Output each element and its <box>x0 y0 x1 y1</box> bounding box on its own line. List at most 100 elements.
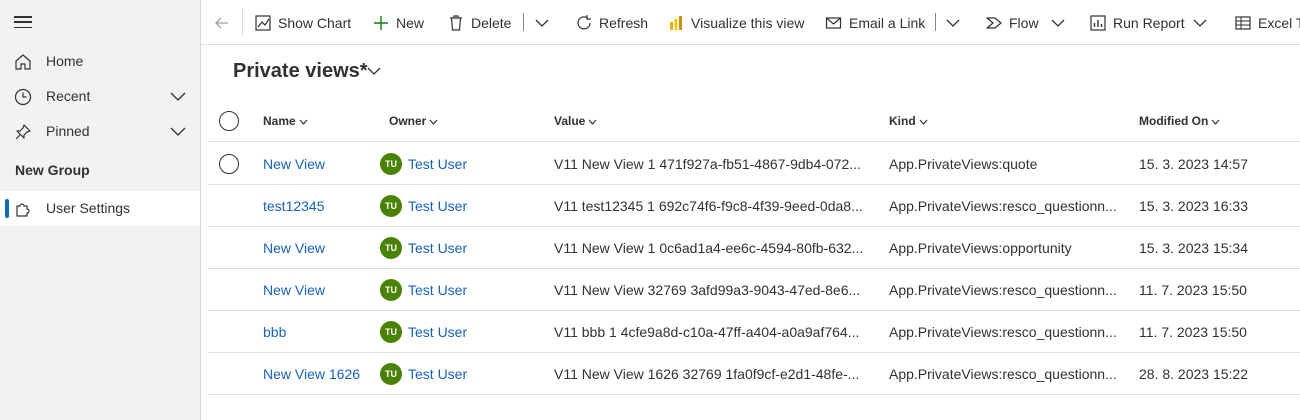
chevron-down-icon[interactable] <box>367 66 381 76</box>
sidebar-item-recent[interactable]: Recent <box>0 79 200 114</box>
column-header-owner[interactable]: Owner <box>389 114 438 128</box>
row-owner-link[interactable]: Test User <box>408 282 538 298</box>
flow-button[interactable]: Flow <box>985 0 1039 45</box>
row-name-link[interactable]: New View <box>263 240 378 256</box>
pin-icon <box>15 124 31 140</box>
hamburger-menu-icon[interactable] <box>14 13 32 31</box>
run-report-button[interactable]: Run Report <box>1089 0 1185 45</box>
row-modified-on: 28. 8. 2023 15:22 <box>1139 366 1248 382</box>
chevron-down-icon <box>919 119 928 125</box>
row-owner-link[interactable]: Test User <box>408 156 538 172</box>
chevron-down-icon[interactable] <box>169 124 187 138</box>
sidebar-item-label: User Settings <box>46 200 131 216</box>
excel-icon <box>1235 15 1251 30</box>
row-owner-link[interactable]: Test User <box>408 324 538 340</box>
avatar: TU <box>380 321 402 343</box>
row-kind: App.PrivateViews:opportunity <box>889 240 1072 256</box>
sidebar-item-label: Recent <box>46 88 91 104</box>
row-modified-on: 15. 3. 2023 15:34 <box>1139 240 1248 256</box>
table-row[interactable]: bbb TU Test User V11 bbb 1 4cfe9a8d-c10a… <box>208 311 1300 353</box>
chevron-down-icon[interactable] <box>944 13 962 31</box>
row-name-link[interactable]: New View <box>263 156 378 172</box>
column-header-kind[interactable]: Kind <box>889 114 928 128</box>
sidebar-item-home[interactable]: Home <box>0 44 200 79</box>
power-bi-icon <box>670 15 682 30</box>
divider <box>523 13 524 31</box>
table-row[interactable]: New View TU Test User V11 New View 1 471… <box>208 143 1300 185</box>
row-select-checkbox[interactable] <box>219 154 239 174</box>
sidebar-item-user-settings[interactable]: User Settings <box>0 191 200 226</box>
avatar: TU <box>380 279 402 301</box>
plus-icon <box>374 15 388 30</box>
sidebar-item-label: Pinned <box>46 123 90 139</box>
command-bar: Show Chart New Delete Refresh Visualize … <box>201 0 1300 45</box>
show-chart-button[interactable]: Show Chart <box>254 0 351 45</box>
column-header-value[interactable]: Value <box>554 114 597 128</box>
row-owner-link[interactable]: Test User <box>408 198 538 214</box>
report-icon <box>1090 14 1106 31</box>
row-modified-on: 11. 7. 2023 15:50 <box>1139 324 1247 340</box>
table-row[interactable]: New View 1626 TU Test User V11 New View … <box>208 353 1300 395</box>
email-link-button[interactable]: Email a Link <box>825 0 925 45</box>
sidebar-item-label: Home <box>46 53 84 69</box>
chevron-down-icon <box>588 119 597 125</box>
chart-icon <box>255 14 271 31</box>
delete-button[interactable]: Delete <box>447 0 511 45</box>
row-owner-link[interactable]: Test User <box>408 366 538 382</box>
avatar: TU <box>380 153 402 175</box>
row-value: V11 New View 1 0c6ad1a4-ee6c-4594-80fb-6… <box>554 240 864 256</box>
chevron-down-icon[interactable] <box>1049 13 1067 31</box>
row-value: V11 test12345 1 692c74f6-f9c8-4f39-9eed-… <box>554 198 863 214</box>
row-name-link[interactable]: bbb <box>263 324 378 340</box>
row-name-link[interactable]: New View 1626 <box>263 366 378 382</box>
divider <box>242 8 243 37</box>
chevron-down-icon <box>299 119 308 125</box>
view-selector[interactable]: Private views* <box>233 60 368 83</box>
trash-icon <box>450 14 462 31</box>
column-header-name[interactable]: Name <box>263 114 308 128</box>
new-button[interactable]: New <box>372 0 424 45</box>
avatar: TU <box>380 363 402 385</box>
chevron-down-icon[interactable] <box>1191 13 1209 31</box>
chevron-down-icon <box>1211 119 1220 125</box>
table-row[interactable]: New View TU Test User V11 New View 1 0c6… <box>208 227 1300 269</box>
row-name-link[interactable]: New View <box>263 282 378 298</box>
row-modified-on: 15. 3. 2023 16:33 <box>1139 198 1248 214</box>
row-value: V11 New View 32769 3afd99a3-9043-47ed-8e… <box>554 282 861 298</box>
chevron-down-icon[interactable] <box>533 13 551 31</box>
email-link-icon <box>825 16 842 29</box>
row-modified-on: 15. 3. 2023 14:57 <box>1139 156 1248 172</box>
puzzle-icon <box>16 203 30 217</box>
grid-header: Name Owner Value Kind Modified On <box>208 100 1300 142</box>
row-value: V11 bbb 1 4cfe9a8d-c10a-47ff-a404-a0a9af… <box>554 324 860 340</box>
clock-icon <box>14 88 32 106</box>
selection-indicator <box>5 199 9 218</box>
row-kind: App.PrivateViews:resco_questionn... <box>889 198 1117 214</box>
avatar: TU <box>380 195 402 217</box>
select-all-checkbox[interactable] <box>219 111 239 131</box>
refresh-icon <box>577 14 591 29</box>
row-modified-on: 11. 7. 2023 15:50 <box>1139 282 1247 298</box>
refresh-button[interactable]: Refresh <box>575 0 648 45</box>
column-header-modified-on[interactable]: Modified On <box>1139 114 1220 128</box>
row-kind: App.PrivateViews:resco_questionn... <box>889 324 1117 340</box>
row-value: V11 New View 1 471f927a-fb51-4867-9db4-0… <box>554 156 861 172</box>
row-kind: App.PrivateViews:resco_questionn... <box>889 282 1117 298</box>
row-owner-link[interactable]: Test User <box>408 240 538 256</box>
chevron-down-icon[interactable] <box>169 89 187 103</box>
table-row[interactable]: test12345 TU Test User V11 test12345 1 6… <box>208 185 1300 227</box>
table-row[interactable]: New View TU Test User V11 New View 32769… <box>208 269 1300 311</box>
chevron-down-icon <box>429 119 438 125</box>
home-icon <box>15 54 31 70</box>
row-kind: App.PrivateViews:resco_questionn... <box>889 366 1117 382</box>
excel-templates-button[interactable]: Excel Te <box>1234 0 1300 45</box>
divider <box>935 13 936 31</box>
flow-icon <box>986 16 1002 29</box>
row-name-link[interactable]: test12345 <box>263 198 378 214</box>
row-kind: App.PrivateViews:quote <box>889 156 1038 172</box>
visualize-view-button[interactable]: Visualize this view <box>667 0 804 45</box>
avatar: TU <box>380 237 402 259</box>
nav-group-title: New Group <box>15 162 90 178</box>
sidebar-item-pinned[interactable]: Pinned <box>0 114 200 149</box>
back-arrow-icon[interactable] <box>213 14 231 32</box>
